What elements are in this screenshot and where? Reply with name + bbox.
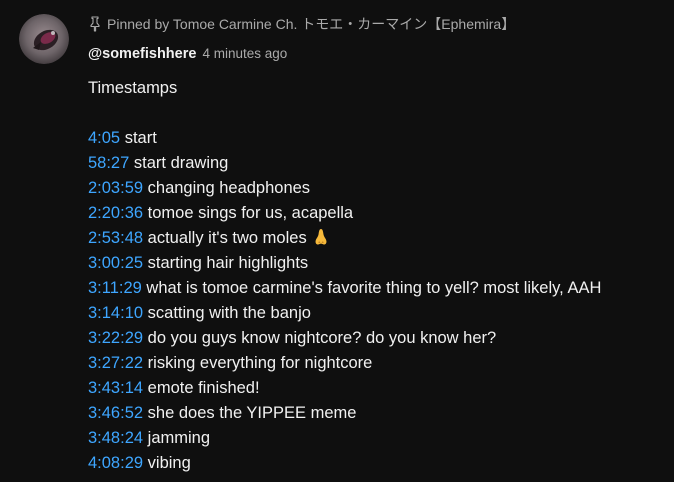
timestamp-link[interactable]: 2:03:59	[88, 179, 143, 197]
timestamp-link[interactable]: 3:43:14	[88, 379, 143, 397]
timestamp-description: scatting with the banjo	[147, 304, 311, 322]
timestamp-description: starting hair highlights	[147, 254, 309, 272]
timestamp-description: tomoe sings for us, acapella	[147, 204, 354, 222]
comment-heading: Timestamps	[88, 79, 178, 97]
pinned-label: Pinned by Tomoe Carmine Ch. トモエ・カーマイン【Ep…	[88, 14, 515, 34]
pinned-comment: Pinned by Tomoe Carmine Ch. トモエ・カーマイン【Ep…	[0, 0, 674, 482]
timestamp-link[interactable]: 3:14:10	[88, 304, 143, 322]
timestamp-link[interactable]: 3:22:29	[88, 329, 143, 347]
timestamp-line: 3:14:10 scatting with the banjo	[88, 301, 668, 326]
timestamp-line: 3:48:24 jamming	[88, 426, 668, 451]
timestamp-link[interactable]: 2:20:36	[88, 204, 143, 222]
timestamp-line: 3:27:22 risking everything for nightcore	[88, 351, 668, 376]
timestamp-line: 3:00:25 starting hair highlights	[88, 251, 668, 276]
timestamp-link[interactable]: 3:46:52	[88, 404, 143, 422]
timestamp-link[interactable]: 3:11:29	[88, 279, 142, 297]
timestamp-line: 2:53:48 actually it's two moles	[88, 226, 668, 251]
timestamp-line: 4:05 start	[88, 126, 668, 151]
timestamp-link[interactable]: 4:08:29	[88, 454, 143, 472]
timestamp-description: changing headphones	[147, 179, 311, 197]
avatar[interactable]	[19, 14, 69, 64]
nose-emoji	[313, 228, 329, 246]
timestamp-description: start	[124, 129, 157, 147]
pinned-text: Pinned by Tomoe Carmine Ch. トモエ・カーマイン【Ep…	[107, 16, 516, 32]
timestamp-line: 3:46:52 she does the YIPPEE meme	[88, 401, 668, 426]
timestamp-link[interactable]: 3:48:24	[88, 429, 143, 447]
timestamp-link[interactable]: 4:05	[88, 129, 120, 147]
timestamp-link[interactable]: 58:27	[88, 154, 129, 172]
timestamp-description: do you guys know nightcore? do you know …	[147, 329, 497, 347]
timestamp-description: jamming	[147, 429, 211, 447]
timestamp-line: 58:27 start drawing	[88, 151, 668, 176]
timestamp-line: 3:11:29 what is tomoe carmine's favorite…	[88, 276, 668, 301]
timestamp-description: risking everything for nightcore	[147, 354, 373, 372]
comment-header: @somefishhere 4 minutes ago	[88, 46, 287, 68]
timestamp-line: 3:43:14 emote finished!	[88, 376, 668, 401]
timestamp-link[interactable]: 3:27:22	[88, 354, 143, 372]
timestamp-description: what is tomoe carmine's favorite thing t…	[146, 279, 602, 297]
timestamp-line: 2:03:59 changing headphones	[88, 176, 668, 201]
timestamp-description: start drawing	[133, 154, 229, 172]
comment-timestamp[interactable]: 4 minutes ago	[202, 46, 287, 61]
timestamp-line: 2:20:36 tomoe sings for us, acapella	[88, 201, 668, 226]
pin-icon	[88, 16, 102, 32]
timestamp-link[interactable]: 2:53:48	[88, 229, 143, 247]
comment-body: Timestamps 4:05 start 58:27 start drawing…	[88, 76, 668, 476]
timestamp-description: she does the YIPPEE meme	[147, 404, 357, 422]
author-name[interactable]: @somefishhere	[88, 46, 196, 62]
timestamp-line: 4:08:29 vibing	[88, 451, 668, 476]
timestamp-description: emote finished!	[147, 379, 260, 397]
timestamp-description: vibing	[147, 454, 191, 472]
timestamp-link[interactable]: 3:00:25	[88, 254, 143, 272]
timestamp-list: 4:05 start 58:27 start drawing 2:03:59 cha…	[88, 126, 668, 476]
timestamp-line: 3:22:29 do you guys know nightcore? do y…	[88, 326, 668, 351]
timestamp-description: actually it's two moles	[147, 229, 307, 247]
